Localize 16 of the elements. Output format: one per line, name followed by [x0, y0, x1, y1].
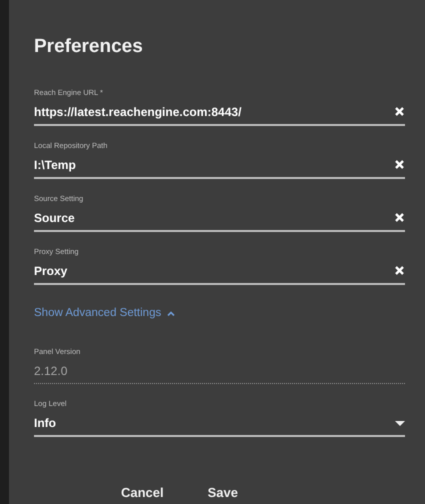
input-field[interactable]: I:\Temp [34, 156, 394, 174]
save-button[interactable]: Save [208, 483, 238, 503]
dropdown-caret-icon[interactable] [395, 420, 405, 426]
advanced-settings-toggle[interactable]: Show Advanced Settings [34, 304, 176, 322]
clear-icon[interactable] [394, 265, 405, 276]
chevron-up-icon[interactable] [167, 310, 176, 316]
input-field[interactable]: 2.12.0 [34, 362, 405, 380]
input-field[interactable]: Source [34, 208, 394, 227]
dropdown-field[interactable]: Info [34, 414, 395, 432]
cancel-button[interactable]: Cancel [121, 483, 164, 503]
input-field[interactable]: https://latest.reachengine.com:8443/ [34, 102, 394, 121]
clear-icon[interactable] [394, 106, 405, 118]
clear-icon[interactable] [394, 159, 405, 170]
input-field[interactable]: Proxy [34, 262, 394, 280]
clear-icon[interactable] [394, 212, 405, 224]
dialog-title: Preferences [34, 36, 144, 59]
